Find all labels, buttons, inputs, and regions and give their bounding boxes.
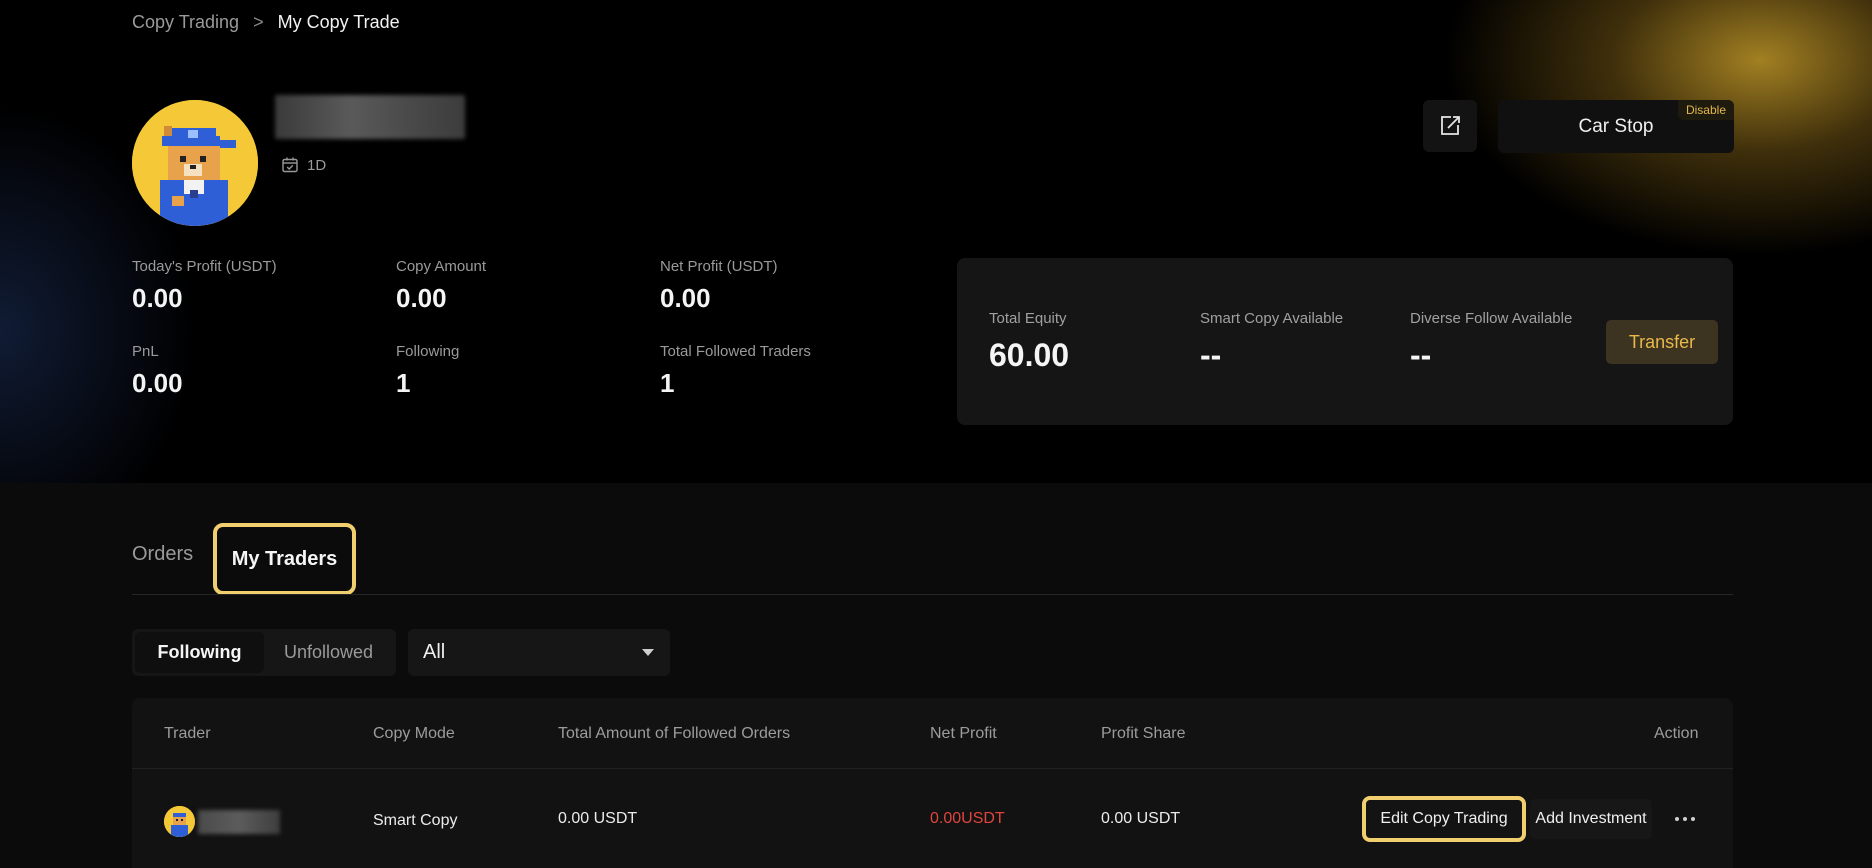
filter-unfollowed[interactable]: Unfollowed bbox=[264, 632, 393, 673]
stat-total-followed-traders: Total Followed Traders 1 bbox=[660, 343, 811, 399]
stat-value: 0.00 bbox=[132, 368, 183, 398]
total-equity-label: Total Equity bbox=[989, 310, 1067, 327]
username-redacted bbox=[275, 95, 465, 139]
share-button[interactable] bbox=[1423, 100, 1477, 152]
stat-value: 0.00 bbox=[660, 283, 711, 313]
stop-button-label: Car Stop bbox=[1578, 115, 1654, 137]
stat-value: 1 bbox=[660, 368, 675, 398]
stat-label: Following bbox=[396, 343, 460, 360]
tab-my-traders[interactable]: My Traders bbox=[213, 523, 356, 595]
cell-total-amount: 0.00 USDT bbox=[558, 810, 638, 827]
table-divider bbox=[132, 768, 1733, 769]
stat-value: 1 bbox=[396, 368, 411, 398]
more-horizontal-icon[interactable] bbox=[1670, 806, 1700, 832]
header-net-profit: Net Profit bbox=[930, 725, 997, 742]
stat-copy-amount: Copy Amount 0.00 bbox=[396, 258, 486, 314]
trader-name-redacted bbox=[198, 810, 280, 834]
header-total-amount: Total Amount of Followed Orders bbox=[558, 725, 791, 742]
breadcrumb: Copy Trading > My Copy Trade bbox=[132, 12, 400, 33]
cell-copy-mode: Smart Copy bbox=[373, 812, 458, 829]
calendar-check-icon bbox=[282, 157, 298, 173]
follow-status-toggle: Following Unfollowed bbox=[132, 629, 396, 676]
equity-card: Total Equity 60.00 Smart Copy Available … bbox=[957, 258, 1733, 425]
smart-copy-label: Smart Copy Available bbox=[1200, 310, 1344, 327]
header-trader: Trader bbox=[164, 725, 211, 742]
breadcrumb-parent[interactable]: Copy Trading bbox=[132, 12, 239, 33]
tab-orders[interactable]: Orders bbox=[132, 543, 193, 566]
stat-net-profit: Net Profit (USDT) 0.00 bbox=[660, 258, 778, 314]
stat-value: 0.00 bbox=[396, 283, 447, 313]
pixel-bear-avatar-icon bbox=[164, 806, 195, 837]
stat-pnl: PnL 0.00 bbox=[132, 343, 183, 399]
stat-label: Net Profit (USDT) bbox=[660, 258, 778, 275]
add-investment-button[interactable]: Add Investment bbox=[1530, 799, 1652, 839]
breadcrumb-current: My Copy Trade bbox=[277, 12, 400, 32]
stat-value: 0.00 bbox=[132, 283, 183, 313]
select-value: All bbox=[423, 641, 446, 663]
smart-copy-value: -- bbox=[1200, 337, 1222, 373]
chevron-right-icon: > bbox=[253, 12, 264, 32]
header-profit-share: Profit Share bbox=[1101, 725, 1186, 742]
traders-table: Trader Copy Mode Total Amount of Followe… bbox=[132, 698, 1733, 868]
stat-following: Following 1 bbox=[396, 343, 459, 399]
disable-badge: Disable bbox=[1677, 100, 1734, 120]
transfer-button[interactable]: Transfer bbox=[1606, 320, 1718, 364]
diverse-follow-available: Diverse Follow Available -- bbox=[1410, 310, 1572, 374]
cell-profit-share: 0.00 USDT bbox=[1101, 810, 1181, 827]
header-copy-mode: Copy Mode bbox=[373, 725, 455, 742]
total-equity-value: 60.00 bbox=[989, 337, 1070, 373]
stat-label: Copy Amount bbox=[396, 258, 487, 275]
stat-label: Today's Profit (USDT) bbox=[132, 258, 277, 275]
period-indicator: 1D bbox=[281, 156, 326, 174]
edit-copy-trading-button[interactable]: Edit Copy Trading bbox=[1362, 796, 1526, 842]
trader-avatar[interactable] bbox=[164, 806, 195, 837]
avatar bbox=[132, 100, 258, 226]
tab-divider bbox=[132, 594, 1733, 595]
copy-mode-select[interactable]: All bbox=[408, 629, 670, 676]
caret-down-icon bbox=[642, 649, 654, 656]
pixel-bear-avatar-icon bbox=[132, 100, 258, 226]
cell-net-profit: 0.00USDT bbox=[930, 810, 1005, 827]
stop-button[interactable]: Car Stop Disable bbox=[1498, 100, 1734, 153]
smart-copy-available: Smart Copy Available -- bbox=[1200, 310, 1343, 374]
share-edit-icon bbox=[1441, 116, 1460, 135]
stat-label: Total Followed Traders bbox=[660, 343, 811, 360]
diverse-follow-value: -- bbox=[1410, 337, 1432, 373]
total-equity: Total Equity 60.00 bbox=[989, 310, 1069, 374]
filter-following[interactable]: Following bbox=[135, 632, 264, 673]
stat-label: PnL bbox=[132, 343, 159, 360]
header-action: Action bbox=[1654, 725, 1699, 742]
period-label: 1D bbox=[307, 156, 327, 174]
diverse-follow-label: Diverse Follow Available bbox=[1410, 310, 1573, 327]
stat-todays-profit: Today's Profit (USDT) 0.00 bbox=[132, 258, 277, 314]
